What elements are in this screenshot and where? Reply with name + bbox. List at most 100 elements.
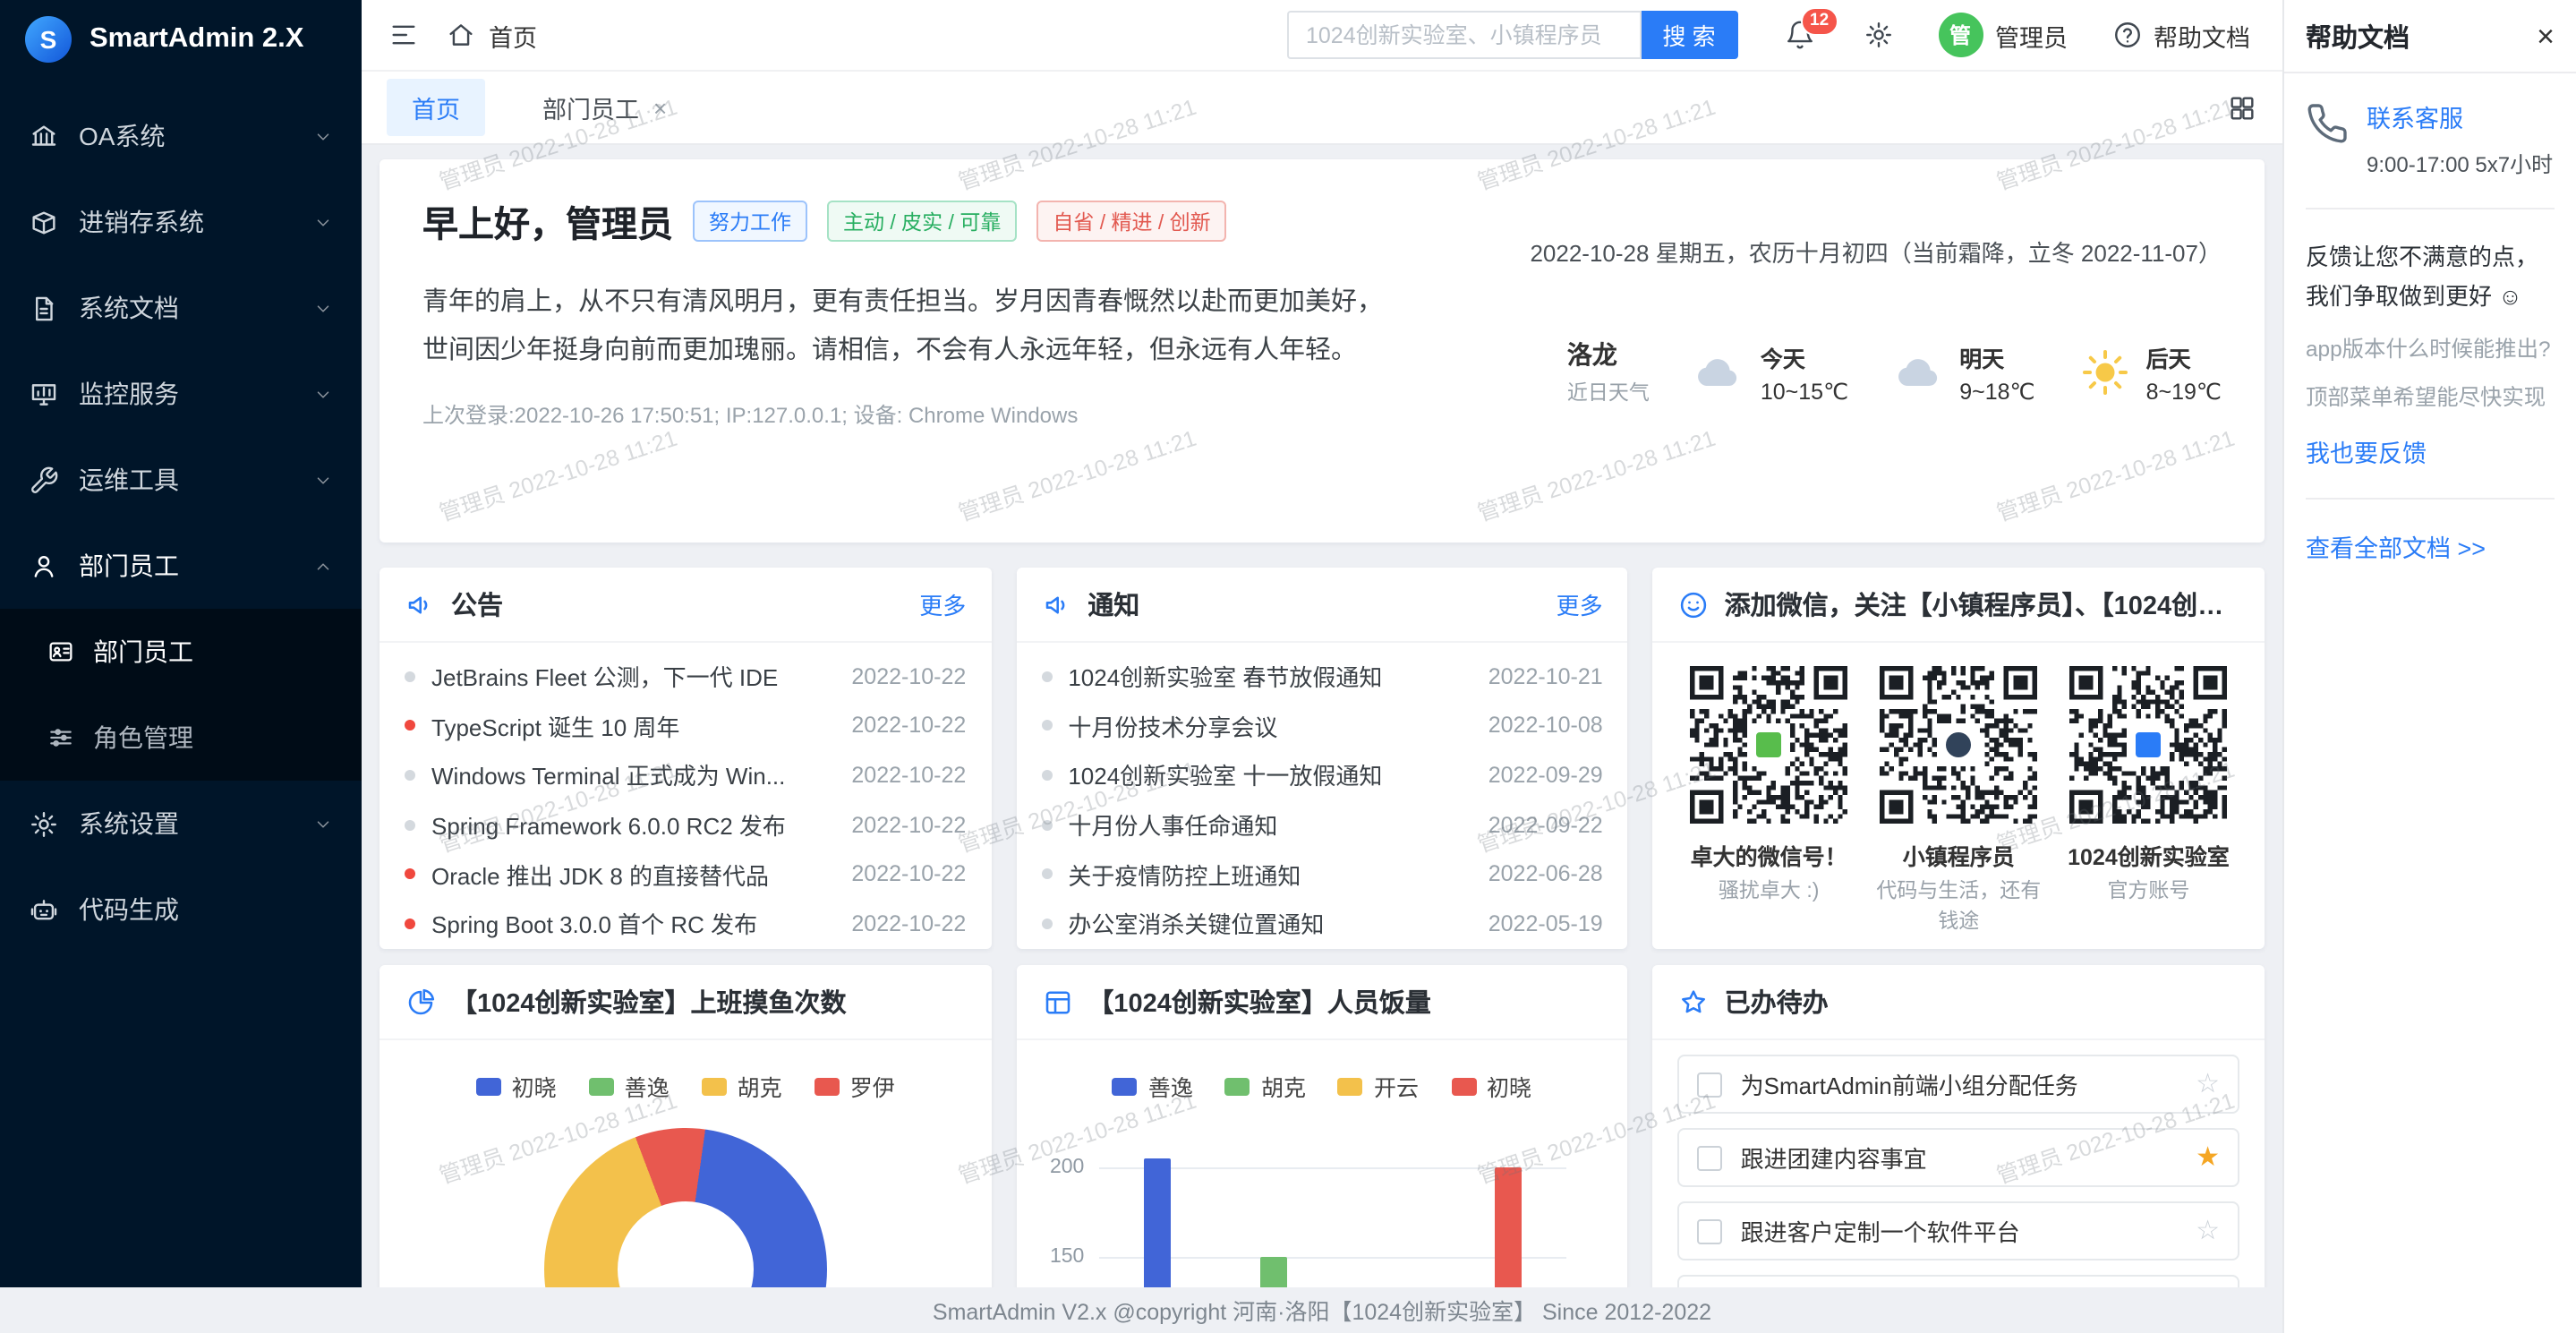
avatar: 管: [1938, 13, 1983, 57]
notice-card: 通知 更多 1024创新实验室 春节放假通知2022-10-21 十月份技术分享…: [1016, 568, 1627, 949]
sidebar-subitem-label: 部门员工: [93, 634, 333, 670]
notice-item[interactable]: 关于疫情防控上班通知2022-06-28: [1041, 850, 1602, 899]
star-filled-icon[interactable]: ★: [2196, 1144, 2220, 1171]
announcement-item[interactable]: JetBrains Fleet 公测，下一代 IDE2022-10-22: [405, 652, 966, 701]
qr-center-avatar: [1942, 729, 1975, 761]
sidebar-item-code-generator[interactable]: 代码生成: [0, 867, 362, 953]
breadcrumb: 首页: [489, 17, 537, 53]
announcement-more-link[interactable]: 更多: [901, 587, 966, 621]
qr-item-zhuoda[interactable]: 卓大的微信号！ 骚扰卓大 :): [1682, 666, 1856, 939]
legend-label: 胡克: [1261, 1069, 1306, 1103]
wrench-icon: [29, 465, 59, 495]
menu-fold-icon[interactable]: [387, 19, 419, 51]
legend-item[interactable]: 善逸: [1113, 1069, 1193, 1103]
search-input[interactable]: [1286, 11, 1641, 59]
legend-item[interactable]: 罗伊: [815, 1069, 895, 1103]
bullet-dot: [1041, 819, 1052, 830]
notification-bell-icon[interactable]: 12: [1784, 19, 1816, 51]
tag-proactive: 主动 / 皮实 / 可靠: [827, 201, 1017, 242]
weather-day-temp: 8~19℃: [2146, 377, 2222, 404]
help-doc-entry[interactable]: 帮助文档: [2111, 17, 2250, 53]
notice-item[interactable]: 办公室消杀关键位置通知 2022-05-19: [1041, 899, 1602, 948]
legend-item[interactable]: 开云: [1338, 1069, 1419, 1103]
announcement-item[interactable]: Spring Framework 6.0.0 RC2 发布 2022-10-22: [405, 800, 966, 850]
qr-item-town-programmer[interactable]: 小镇程序员 代码与生活，还有钱途: [1872, 666, 2046, 939]
user-menu[interactable]: 管 管理员: [1938, 13, 2068, 57]
app-logo[interactable]: S SmartAdmin 2.X: [0, 0, 362, 79]
sidebar-item-ops-tools[interactable]: 运维工具: [0, 437, 362, 523]
last-login-info: 上次登录:2022-10-26 17:50:51; IP:127.0.0.1; …: [422, 398, 1530, 429]
footer-copyright: SmartAdmin V2.x @copyright 河南·洛阳【1024创新实…: [933, 1293, 1711, 1327]
notice-item[interactable]: 十月份人事任命通知2022-09-22: [1041, 800, 1602, 850]
notice-date: 2022-10-21: [1488, 664, 1603, 689]
qr-name: 卓大的微信号！: [1682, 838, 1856, 872]
logo-title: SmartAdmin 2.X: [90, 23, 303, 56]
app-root: S SmartAdmin 2.X OA系统 进销存系统 系统文档 监控服: [0, 0, 2576, 1333]
todo-item[interactable]: 跟进团建内容事宜 ★: [1678, 1128, 2239, 1187]
close-icon[interactable]: ×: [653, 96, 667, 119]
checkbox[interactable]: [1698, 1218, 1723, 1243]
sidebar-menu: OA系统 进销存系统 系统文档 监控服务 运维工具: [0, 79, 362, 953]
sidebar-item-label: 部门员工: [79, 548, 313, 584]
settings-gear-icon[interactable]: [1863, 19, 1895, 51]
announcement-text: Spring Framework 6.0.0 RC2 发布: [431, 807, 833, 842]
announcement-item[interactable]: Oracle 推出 JDK 8 的直接替代品2022-10-22: [405, 850, 966, 899]
fish-chart-legend: 初晓善逸胡克罗伊: [380, 1069, 991, 1103]
notice-text: 办公室消杀关键位置通知: [1068, 907, 1470, 941]
all-docs-link[interactable]: 查看全部文档 >>: [2306, 528, 2486, 564]
wechat-card: 添加微信，关注【小镇程序员】、【1024创新实验室】 卓大的微信号！ 骚扰卓大 …: [1653, 568, 2265, 949]
legend-item[interactable]: 初晓: [476, 1069, 557, 1103]
star-outline-icon[interactable]: ☆: [2196, 1218, 2220, 1244]
legend-label: 初晓: [512, 1069, 557, 1103]
announcement-item[interactable]: TypeScript 诞生 10 周年2022-10-22: [405, 701, 966, 750]
notice-item[interactable]: 1024创新实验室 春节放假通知2022-10-21: [1041, 652, 1602, 701]
announcement-date: 2022-10-22: [851, 812, 966, 837]
todo-item-clipped[interactable]: [1678, 1275, 2239, 1286]
sidebar-item-label: 系统设置: [79, 806, 313, 842]
notification-badge: 12: [1800, 6, 1838, 36]
sidebar-item-monitor-service[interactable]: 监控服务: [0, 351, 362, 437]
todo-item[interactable]: 为SmartAdmin前端小组分配任务 ☆: [1678, 1055, 2239, 1114]
greeting-quote: 青年的肩上，从不只有清风明月，更有责任担当。岁月因青春慨然以赴而更加美好，世间因…: [422, 279, 1389, 375]
bank-icon: [29, 121, 59, 151]
sidebar-item-oa-system[interactable]: OA系统: [0, 93, 362, 179]
sidebar-subitem-role-management[interactable]: 角色管理: [0, 695, 362, 781]
pie-chart-icon: [405, 986, 437, 1018]
sidebar-subitem-dept-staff[interactable]: 部门员工: [0, 609, 362, 695]
tab-dept-staff[interactable]: 部门员工 ×: [517, 79, 692, 136]
sidebar-item-label: 运维工具: [79, 462, 313, 498]
sidebar-item-dept-staff[interactable]: 部门员工: [0, 523, 362, 609]
chevron-down-icon: [313, 814, 333, 833]
legend-item[interactable]: 胡克: [1225, 1069, 1306, 1103]
announcement-item[interactable]: Spring Boot 3.0.0 首个 RC 发布2022-10-22: [405, 899, 966, 948]
qr-code-image: [1690, 666, 1847, 824]
megaphone-icon: [1041, 588, 1073, 620]
home-icon[interactable]: [444, 19, 476, 51]
legend-item[interactable]: 善逸: [589, 1069, 670, 1103]
close-icon[interactable]: ×: [2537, 21, 2555, 51]
sidebar-item-system-docs[interactable]: 系统文档: [0, 265, 362, 351]
search-button[interactable]: 搜 索: [1641, 11, 1737, 59]
qr-item-1024-lab[interactable]: 1024创新实验室 官方账号: [2061, 666, 2236, 939]
notice-item[interactable]: 十月份技术分享会议2022-10-08: [1041, 701, 1602, 750]
weather-day-today: 今天10~15℃: [1693, 339, 1848, 404]
announcement-item[interactable]: Windows Terminal 正式成为 Win...2022-10-22: [405, 750, 966, 799]
contact-support-link[interactable]: 联系客服: [2367, 98, 2463, 134]
legend-item[interactable]: 胡克: [702, 1069, 782, 1103]
sidebar-item-label: OA系统: [79, 118, 313, 154]
sidebar-item-inventory-system[interactable]: 进销存系统: [0, 179, 362, 265]
legend-item[interactable]: 初晓: [1451, 1069, 1531, 1103]
notice-text: 关于疫情防控上班通知: [1068, 857, 1470, 891]
todo-item[interactable]: 跟进客户定制一个软件平台 ☆: [1678, 1201, 2239, 1260]
notice-more-link[interactable]: 更多: [1539, 587, 1603, 621]
weather-city: 洛龙: [1567, 337, 1650, 372]
tab-home[interactable]: 首页: [387, 79, 485, 136]
notice-date: 2022-05-19: [1488, 911, 1603, 936]
notice-item[interactable]: 1024创新实验室 十一放假通知2022-09-29: [1041, 750, 1602, 799]
star-outline-icon[interactable]: ☆: [2196, 1071, 2220, 1098]
checkbox[interactable]: [1698, 1145, 1723, 1170]
sidebar-item-system-settings[interactable]: 系统设置: [0, 781, 362, 867]
checkbox[interactable]: [1698, 1072, 1723, 1097]
grid-layout-icon[interactable]: [2225, 91, 2257, 124]
give-feedback-link[interactable]: 我也要反馈: [2306, 433, 2427, 469]
